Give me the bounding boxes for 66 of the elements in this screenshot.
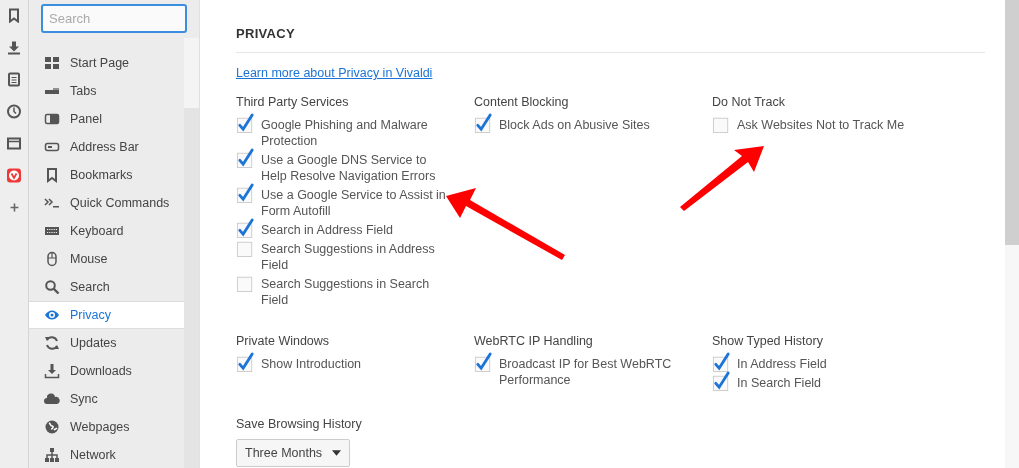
group-heading: Private Windows <box>236 333 330 349</box>
checkbox[interactable] <box>236 218 256 238</box>
window-icon[interactable] <box>7 136 21 151</box>
sidebar-item[interactable]: Webpages <box>29 413 184 441</box>
sidebar-item[interactable]: Bookmarks <box>29 161 184 189</box>
page-title: PRIVACY <box>236 26 296 41</box>
group-heading: WebRTC IP Handling <box>474 333 593 349</box>
option-label: Search in Address Field <box>261 222 393 238</box>
checkbox[interactable] <box>712 352 732 372</box>
clock-icon[interactable] <box>7 104 21 119</box>
panel-icon <box>44 111 60 127</box>
sidebar-item[interactable]: Start Page <box>29 49 184 77</box>
sidebar-item[interactable]: Updates <box>29 329 184 357</box>
option-label: Broadcast IP for Best WebRTC Performance <box>499 356 673 388</box>
group-heading: Content Blocking <box>474 94 569 110</box>
group-heading: Third Party Services <box>236 94 349 110</box>
checkbox[interactable] <box>236 183 256 203</box>
sidebar-item[interactable]: Address Bar <box>29 133 184 161</box>
bookmark-icon <box>44 167 60 183</box>
option-label: Google Phishing and Malware Protection <box>261 117 429 149</box>
download-icon[interactable] <box>7 40 21 55</box>
network-icon <box>44 447 60 463</box>
option-label: Block Ads on Abusive Sites <box>499 117 650 133</box>
search-icon <box>44 279 60 295</box>
group-heading: Do Not Track <box>712 94 785 110</box>
history-dropdown[interactable]: Three Months <box>236 439 351 467</box>
sidebar-item[interactable]: Quick Commands <box>29 189 184 217</box>
mouse-icon <box>44 251 60 267</box>
sidebar-item[interactable]: Search <box>29 273 184 301</box>
sync-icon <box>44 335 60 351</box>
checkbox[interactable] <box>474 113 494 133</box>
sidebar-item[interactable]: Tabs <box>29 77 184 105</box>
add-icon[interactable] <box>8 202 20 213</box>
search-field[interactable]: Search <box>41 4 187 33</box>
option-label: Search Suggestions in Address Field <box>261 241 436 273</box>
download-icon <box>44 363 60 379</box>
checkbox[interactable] <box>474 352 494 372</box>
bookmark-icon[interactable] <box>7 8 21 23</box>
checkbox[interactable] <box>236 113 256 133</box>
caret-icon <box>332 450 342 456</box>
sidebar-item[interactable]: Sync <box>29 385 184 413</box>
option-label: Ask Websites Not to Track Me <box>737 117 905 133</box>
vivaldi-logo-icon[interactable] <box>7 168 21 183</box>
checkbox[interactable] <box>712 371 732 391</box>
scrollbar-thumb[interactable] <box>1005 0 1019 245</box>
grid-icon <box>44 55 60 71</box>
group-heading: Show Typed History <box>712 333 823 349</box>
cloud-icon <box>44 391 60 407</box>
option-label: In Search Field <box>737 375 822 391</box>
notes-icon[interactable] <box>7 72 21 87</box>
scrollbar-thumb[interactable] <box>184 38 199 108</box>
checkbox[interactable] <box>236 352 256 372</box>
option-label: Search Suggestions in Search Field <box>261 276 431 308</box>
sidebar-item[interactable]: Privacy <box>29 301 184 329</box>
sidebar-item[interactable]: Keyboard <box>29 217 184 245</box>
option-label: Use a Google Service to Assist in Form Autofill <box>261 187 447 219</box>
sidebar-item[interactable]: Mouse <box>29 245 184 273</box>
sidebar-item[interactable]: Network <box>29 441 184 468</box>
option-label: Use a Google DNS Service to Help Resolve Navigation Errors <box>261 152 437 184</box>
sidebar-item[interactable]: Panel <box>29 105 184 133</box>
option-label: In Address Field <box>737 356 827 372</box>
checkbox[interactable] <box>236 148 256 168</box>
learn-more-link[interactable]: Learn more about Privacy in Vivaldi <box>236 66 433 80</box>
option-label: Show Introduction <box>261 356 362 372</box>
sidebar-item[interactable]: Downloads <box>29 357 184 385</box>
group-heading: Save Browsing History <box>236 416 362 432</box>
